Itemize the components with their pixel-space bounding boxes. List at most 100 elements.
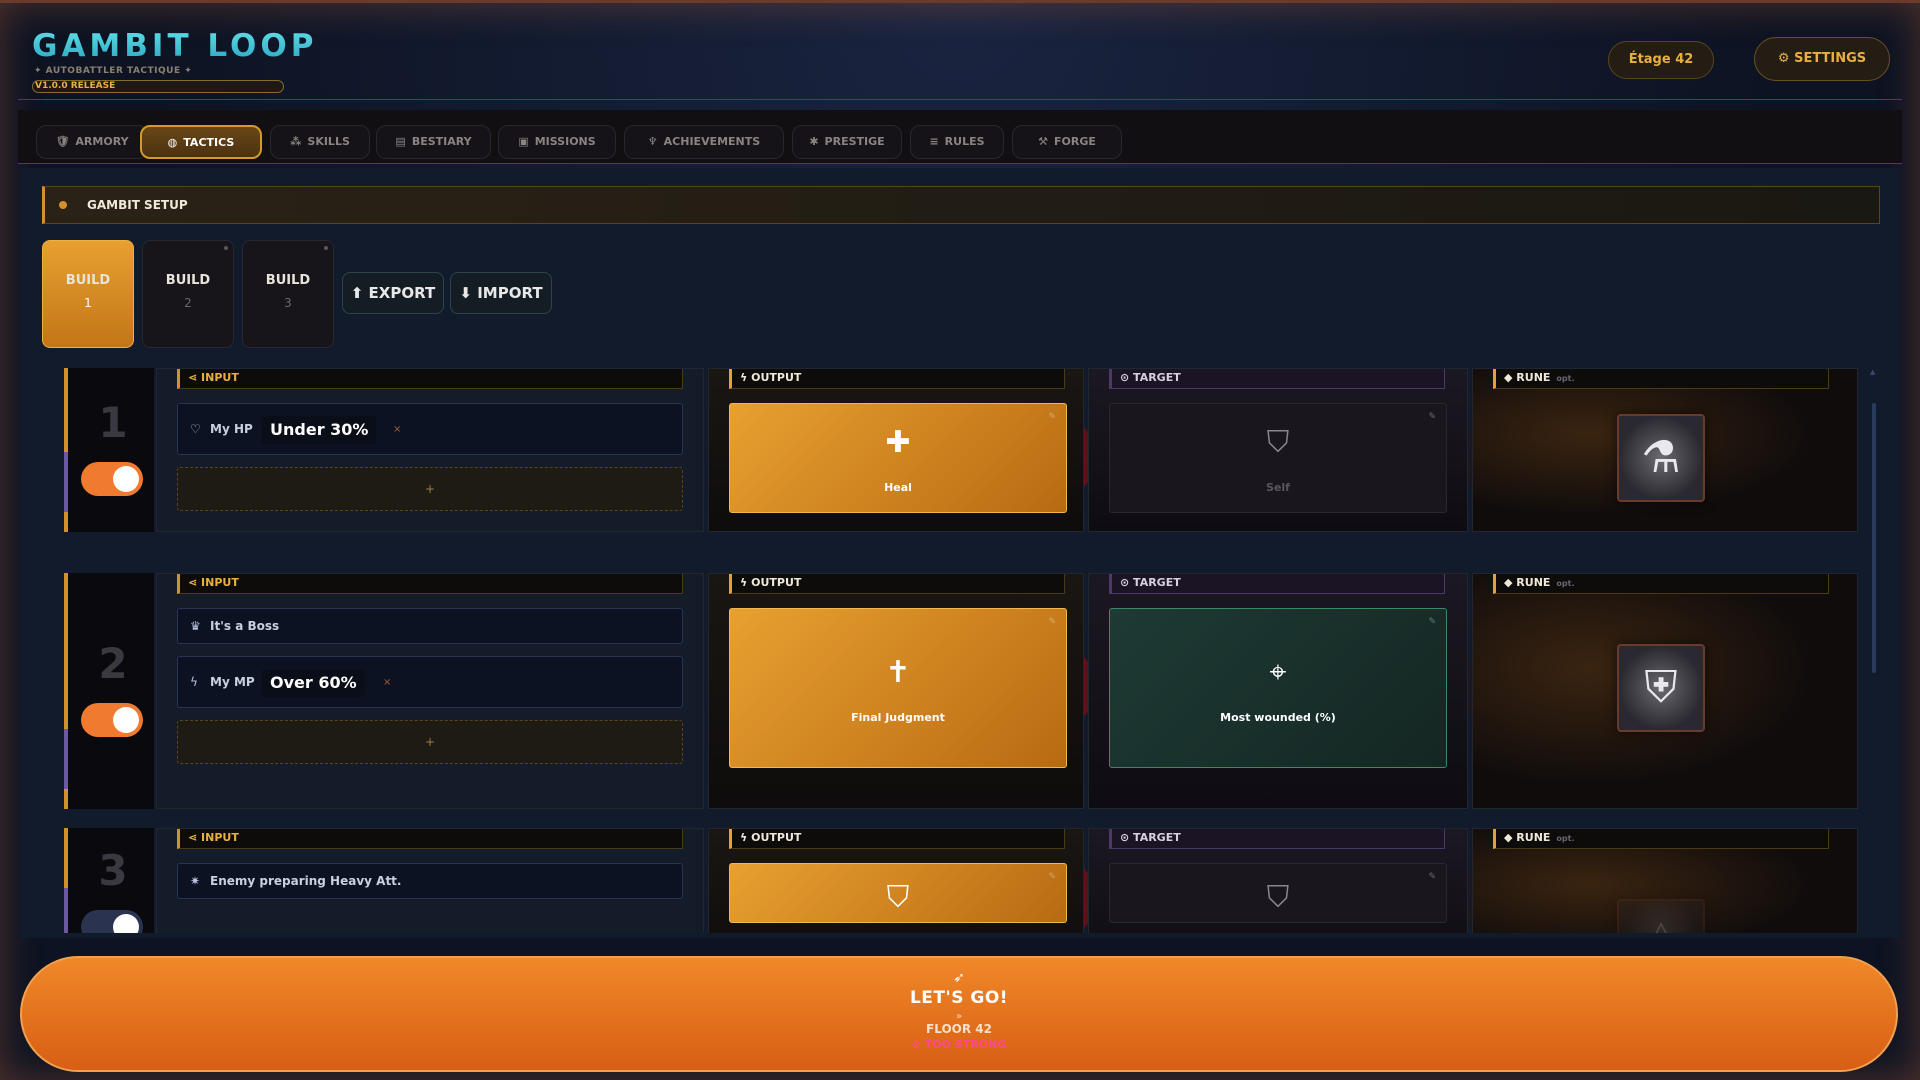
subtitle: ✦ AUTOBATTLER TACTIQUE ✦ [34,66,193,76]
target-card[interactable]: ✎ ⌖ Most wounded (%) [1109,608,1447,768]
target-card[interactable]: ✎ ⛉ Self [1109,403,1447,513]
build-number: 3 [284,296,292,310]
priority-number: 1 [98,398,128,447]
star-icon: ✱ [809,135,819,148]
condition-label: It's a Boss [210,619,280,633]
tab-bar: 🛡 ARMORY ◍ TACTICS ⁂ SKILLS ▤ BESTIARY ▣ MISSIONS… [18,110,1902,164]
tab-label: BESTIARY [411,135,472,148]
share-icon: ⋖ [188,831,202,844]
build-label: BUILD [65,273,111,288]
remove-condition-icon[interactable]: × [383,677,391,688]
output-header-label: OUTPUT [751,576,802,589]
scroll-up-arrow[interactable]: ▲ [1870,368,1875,376]
edit-pencil-icon[interactable]: ✎ [1428,617,1436,627]
condition-chip[interactable]: ✷ Enemy preparing Heavy Att. [177,863,683,899]
shield-icon: ⛉ [1266,880,1290,915]
potion-icon[interactable]: ⚗ [1617,414,1705,502]
rune-header: ◆ RUNE opt. [1493,829,1829,849]
tab-label: SKILLS [307,135,350,148]
priority-stripe [64,729,68,789]
priority-column: 2 [64,573,154,809]
hammer-icon: ⚒ [1038,135,1048,148]
build-1-button[interactable]: BUILD 1 [42,240,134,348]
tab-forge[interactable]: ⚒ FORGE [1012,125,1122,159]
output-action-card[interactable]: ✎ ✚ Heal [729,403,1067,513]
target-header-label: TARGET [1133,371,1181,384]
add-condition-button[interactable]: + [177,467,683,511]
scrollbar-thumb[interactable] [1872,403,1876,673]
edit-pencil-icon[interactable]: ✎ [1048,412,1056,422]
input-header-label: INPUT [201,576,239,589]
condition-chip[interactable]: ♛ It's a Boss [177,608,683,644]
output-action-card[interactable]: ✎ ⛉ [729,863,1067,923]
settings-label: SETTINGS [1794,51,1867,66]
export-button[interactable]: ⬆ EXPORT [342,272,444,314]
warning-label: ⊘ TOO STRONG [911,1038,1007,1051]
floor-label: FLOOR 42 [926,1022,992,1036]
output-action-card[interactable]: ✎ ✝ Final Judgment [729,608,1067,768]
output-column: ϟ OUTPUT ✎ ⛉ [708,828,1084,933]
tab-missions[interactable]: ▣ MISSIONS [498,125,616,159]
settings-button[interactable]: ⚙ SETTINGS [1754,37,1890,81]
condition-chip[interactable]: ♡ My HP Under 30% × [177,403,683,455]
target-header: ⊙ TARGET [1109,829,1445,849]
priority-number: 3 [98,846,128,895]
gambit-row: 2 ⋖ INPUT ♛ It's a Boss ϟ My MP Over 60% × + ϟ OU… [64,573,1858,809]
target-icon: ⊙ [1120,576,1134,589]
tab-label: ACHIEVEMENTS [663,135,761,148]
output-header: ϟ OUTPUT [729,574,1065,594]
tab-skills[interactable]: ⁂ SKILLS [270,125,370,159]
input-header: ⋖ INPUT [177,574,683,594]
target-column: ⊙ TARGET ✎ ⛉ Self [1088,368,1468,532]
gambit-toggle[interactable] [81,910,143,933]
condition-value[interactable]: Over 60% [262,669,365,697]
output-action-label: Final Judgment [851,711,945,724]
tab-armory[interactable]: 🛡 ARMORY [36,125,148,159]
input-column: ⋖ INPUT ♛ It's a Boss ϟ My MP Over 60% × + [156,573,704,809]
rune-icon[interactable]: ◬ [1617,899,1705,933]
trophy-icon: ♆ [647,135,658,148]
target-column: ⊙ TARGET ✎ ⛉ [1088,828,1468,933]
remove-condition-icon[interactable]: × [393,424,401,435]
build-3-button[interactable]: BUILD 3 [242,240,334,348]
tab-label: PRESTIGE [824,135,885,148]
target-label: Most wounded (%) [1220,711,1336,724]
tab-label: TACTICS [183,136,235,149]
gem-icon: ◆ [1504,371,1517,384]
condition-value[interactable]: Under 30% [262,416,377,444]
tab-tactics[interactable]: ◍ TACTICS [140,125,262,159]
edit-pencil-icon[interactable]: ✎ [1048,617,1056,627]
edit-pencil-icon[interactable]: ✎ [1428,412,1436,422]
rune-header-label: RUNE [1516,576,1551,589]
clipboard-icon: ▣ [518,135,529,148]
optional-tag: opt. [1556,579,1575,588]
tab-achievements[interactable]: ♆ ACHIEVEMENTS [624,125,784,159]
cross-icon: ✝ [885,655,911,690]
tab-label: MISSIONS [534,135,596,148]
burst-icon: ✷ [190,874,201,888]
rune-header-label: RUNE [1516,831,1551,844]
build-2-button[interactable]: BUILD 2 [142,240,234,348]
chevron-icon: » [955,1011,963,1022]
crosshair-icon: ⌖ [1269,655,1287,690]
target-card[interactable]: ✎ ⛉ [1109,863,1447,923]
gambit-row: 1 ⋖ INPUT ♡ My HP Under 30% × + ϟ OUTPUT ✎ ✚ Heal ⊙… [64,368,1858,532]
version-badge: V1.0.0 RELEASE [32,80,284,93]
add-condition-button[interactable]: + [177,720,683,764]
gambit-toggle[interactable] [81,462,143,496]
rune-header: ◆ RUNE opt. [1493,369,1829,389]
condition-chip[interactable]: ϟ My MP Over 60% × [177,656,683,708]
holy-shield-icon[interactable]: ⛨ [1617,644,1705,732]
build-indicator-dot [224,246,228,250]
import-button[interactable]: ⬇ IMPORT [450,272,552,314]
toggle-knob [113,707,139,733]
output-header: ϟ OUTPUT [729,829,1065,849]
tab-prestige[interactable]: ✱ PRESTIGE [792,125,902,159]
start-run-button[interactable]: ➶ LET'S GO! » FLOOR 42 ⊘ TOO STRONG [20,956,1898,1072]
tab-bestiary[interactable]: ▤ BESTIARY [376,125,491,159]
tab-rules[interactable]: ≡ RULES [910,125,1004,159]
floor-badge[interactable]: Étage 42 [1608,41,1714,79]
gambit-toggle[interactable] [81,703,143,737]
gear-icon: ⚙ [1777,51,1790,66]
tab-label: ARMORY [75,135,129,148]
